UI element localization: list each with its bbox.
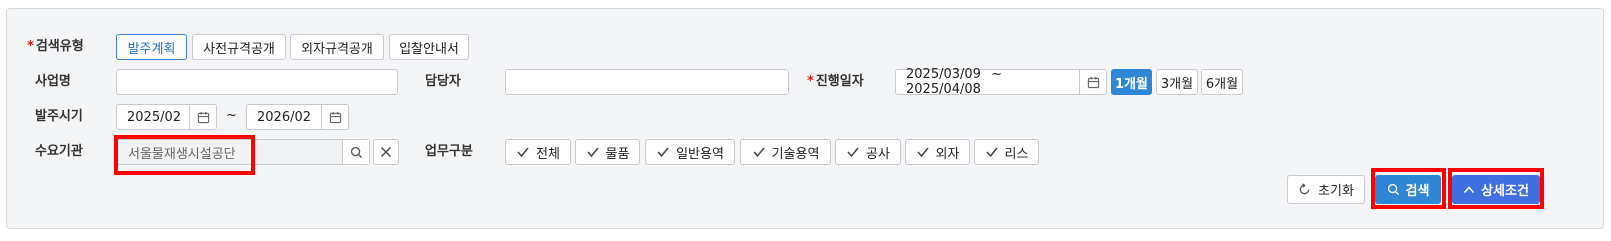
search-icon[interactable]	[342, 140, 369, 164]
clear-agency-button[interactable]	[373, 139, 399, 165]
search-type-prespec-button[interactable]: 사전규격공개	[192, 34, 286, 60]
business-name-label: 사업명	[35, 74, 71, 89]
order-period-start-field[interactable]: 2025/02	[116, 104, 217, 130]
calendar-icon[interactable]	[321, 105, 348, 129]
order-period-separator: ~	[226, 108, 237, 123]
refresh-icon	[1299, 183, 1310, 195]
check-icon	[847, 147, 859, 158]
progress-date-label: * 진행일자	[807, 74, 864, 89]
search-highlight-box	[1371, 168, 1446, 209]
check-icon	[517, 147, 529, 158]
demand-agency-label: 수요기관	[35, 144, 83, 159]
business-type-label: 업무구분	[425, 144, 473, 159]
search-type-bid-guide-button[interactable]: 입찰안내서	[389, 34, 469, 60]
detail-highlight-box	[1448, 168, 1544, 209]
order-period-start: 2025/02	[127, 109, 182, 125]
progress-date-end: 2025/04/08	[906, 82, 981, 97]
calendar-icon[interactable]	[189, 105, 216, 129]
progress-date-range[interactable]: 2025/03/09 ~ 2025/04/08	[895, 67, 1107, 97]
calendar-icon[interactable]	[1079, 70, 1106, 94]
business-type-all-checkbox[interactable]: 전체	[505, 139, 571, 165]
period-1month-button[interactable]: 1개월	[1111, 69, 1152, 95]
check-icon	[586, 147, 599, 158]
business-type-general-service-checkbox[interactable]: 일반용역	[645, 139, 735, 165]
check-icon	[985, 147, 998, 158]
reset-button[interactable]: 초기화	[1287, 175, 1365, 204]
period-3month-button[interactable]: 3개월	[1156, 69, 1198, 95]
search-type-label: * 검색유형	[27, 39, 84, 54]
search-type-plan-button[interactable]: 발주계획	[116, 34, 187, 60]
business-name-input[interactable]	[116, 69, 398, 95]
business-type-construction-checkbox[interactable]: 공사	[835, 139, 901, 165]
order-period-label: 발주시기	[35, 109, 83, 124]
close-icon	[381, 147, 391, 157]
progress-date-separator: ~	[991, 67, 1002, 82]
manager-label: 담당자	[425, 74, 461, 89]
check-icon	[753, 147, 765, 158]
order-period-end: 2026/02	[257, 109, 312, 125]
business-type-foreign-checkbox[interactable]: 외자	[905, 139, 970, 165]
period-6month-button[interactable]: 6개월	[1201, 69, 1243, 95]
check-icon	[657, 147, 669, 158]
agency-highlight-box	[114, 135, 255, 175]
search-panel: * 검색유형 발주계획 사전규격공개 외자규격공개 입찰안내서 사업명 담당자 *…	[6, 8, 1604, 229]
business-type-tech-service-checkbox[interactable]: 기술용역	[740, 139, 831, 165]
progress-date-text: 2025/03/09 ~ 2025/04/08	[896, 67, 1079, 97]
search-type-foreign-spec-button[interactable]: 외자규격공개	[290, 34, 384, 60]
progress-date-start: 2025/03/09	[906, 67, 981, 82]
check-icon	[916, 147, 929, 158]
manager-input[interactable]	[505, 69, 789, 95]
business-type-lease-checkbox[interactable]: 리스	[974, 139, 1039, 165]
business-type-goods-checkbox[interactable]: 물품	[575, 139, 640, 165]
order-period-end-field[interactable]: 2026/02	[246, 104, 349, 130]
